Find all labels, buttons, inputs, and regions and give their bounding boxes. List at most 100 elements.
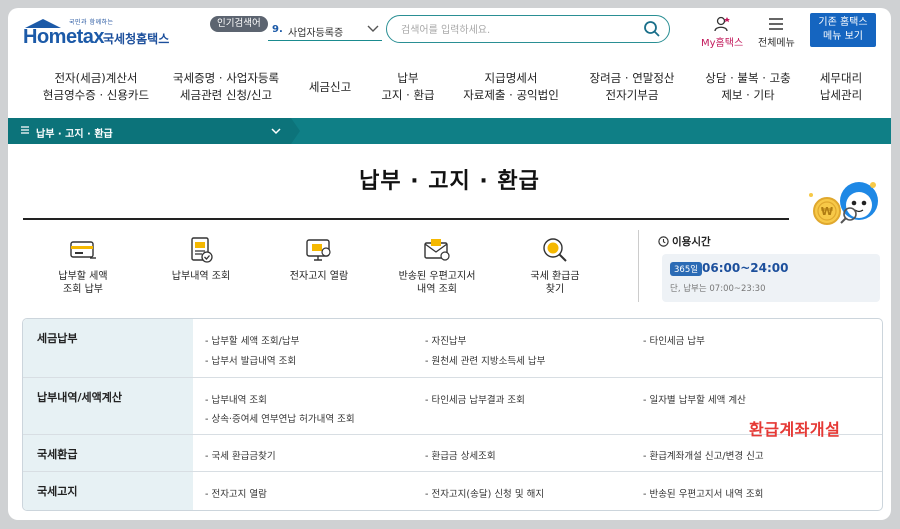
row-head: 국세고지	[23, 472, 193, 510]
search-icon[interactable]	[643, 20, 661, 38]
table-row: 세금납부 - 납부할 세액 조회/납부 - 자진납부 - 타인세금 납부 - 납…	[23, 319, 882, 377]
chevron-down-icon[interactable]	[366, 21, 380, 35]
quick-label-line2: 내역 조회	[417, 284, 457, 295]
row-head-label: 납부내역/세액계산	[37, 391, 122, 404]
gnb-item-line2: 제보 · 기타	[721, 88, 775, 102]
gnb-item-line1: 상담 · 불복 · 고충	[705, 71, 791, 85]
gnb-item-einvoice[interactable]: 전자(세금)계산서 현금영수증 · 신용카드	[36, 70, 156, 104]
quick-label-line1: 국세 환급금	[530, 271, 580, 282]
breadcrumb-bar: 납부 · 고지 · 환급	[8, 118, 891, 144]
quick-label-line1: 전자고지 열람	[289, 271, 349, 282]
menu-lines-icon	[21, 126, 29, 134]
gnb-item-incentive[interactable]: 장려금 · 연말정산 전자기부금	[582, 70, 682, 104]
table-link[interactable]: - 국세 환급금찾기	[205, 448, 276, 462]
row-head: 세금납부	[23, 319, 193, 377]
all-menu-label: 전체메뉴	[758, 38, 795, 49]
classic-menu-line2: 메뉴 보기	[823, 31, 863, 42]
gnb-item-consult[interactable]: 상담 · 불복 · 고충 제보 · 기타	[698, 70, 798, 104]
gnb-item-line1: 납부	[397, 71, 419, 85]
table-link[interactable]: - 납부할 세액 조회/납부	[205, 333, 299, 347]
quick-label-line1: 납부내역 조회	[171, 271, 231, 282]
title-divider	[23, 218, 789, 220]
classic-menu-button[interactable]: 기존 홈택스 메뉴 보기	[810, 13, 876, 47]
table-link[interactable]: - 일자별 납부할 세액 계산	[643, 392, 746, 406]
classic-menu-line1: 기존 홈택스	[818, 17, 868, 28]
logo-name: 국세청홈택스	[103, 32, 170, 46]
table-link[interactable]: - 환급금 상세조회	[425, 448, 496, 462]
card-tax-icon	[70, 241, 96, 259]
user-icon	[714, 16, 731, 32]
hours-365-badge: 365일	[670, 262, 703, 276]
row-head: 납부내역/세액계산	[23, 378, 193, 435]
logo-tagline: 국민과 함께하는	[69, 19, 114, 26]
table-link[interactable]: - 타인세금 납부	[643, 333, 705, 347]
table-row: 국세고지 - 전자고지 열람 - 전자고지(송달) 신청 및 해지 - 반송된 …	[23, 471, 882, 510]
chevron-down-icon	[271, 128, 281, 135]
coin-search-icon	[543, 238, 567, 262]
row-head: 국세환급	[23, 435, 193, 472]
my-hometax-button[interactable]: My홈택스	[701, 16, 743, 49]
gnb-item-certificate[interactable]: 국세증명 · 사업자등록 세금관련 신청/신고	[164, 70, 288, 104]
table-link[interactable]: - 반송된 우편고지서 내역 조회	[643, 486, 763, 500]
table-link[interactable]: - 상속·증여세 연부연납 허가내역 조회	[205, 411, 355, 425]
quick-payment-history[interactable]: 납부내역 조회	[146, 236, 256, 283]
table-link[interactable]: - 원천세 관련 지방소득세 납부	[425, 353, 545, 367]
row-head-label: 세금납부	[37, 332, 78, 345]
gnb-item-line1: 세금신고	[308, 80, 352, 94]
quick-pay-tax[interactable]: 납부할 세액 조회 납부	[28, 236, 138, 296]
global-nav: 전자(세금)계산서 현금영수증 · 신용카드 국세증명 · 사업자등록 세금관련…	[8, 66, 891, 112]
gnb-item-line2: 고지 · 환급	[381, 88, 435, 102]
breadcrumb-arrow	[291, 118, 300, 144]
breadcrumb[interactable]: 납부 · 고지 · 환급	[8, 118, 291, 144]
page-frame: 국민과 함께하는 Hometax 국세청홈택스 인기검색어 9. 사업자등록증 …	[8, 8, 891, 520]
quick-label-line2: 찾기	[545, 284, 565, 295]
clock-icon	[658, 236, 669, 247]
gnb-item-tax-agent[interactable]: 세무대리 납세관리	[808, 70, 874, 104]
table-link[interactable]: - 타인세금 납부결과 조회	[425, 392, 525, 406]
gnb-item-statement[interactable]: 지급명세서 자료제출 · 공익법인	[456, 70, 566, 104]
monitor-bill-icon	[306, 239, 331, 261]
envelope-return-icon	[424, 239, 450, 261]
gnb-item-line1: 세무대리	[819, 71, 863, 85]
receipt-check-icon	[191, 237, 213, 263]
svg-text:₩: ₩	[821, 205, 833, 218]
logo-word: Hometax	[23, 26, 104, 48]
quick-returned-mail[interactable]: 반송된 우편고지서 내역 조회	[382, 236, 492, 296]
gnb-item-payment[interactable]: 납부 고지 · 환급	[370, 70, 446, 104]
hometax-logo[interactable]: 국민과 함께하는 Hometax 국세청홈택스	[23, 16, 173, 52]
gnb-item-line1: 국세증명 · 사업자등록	[172, 71, 280, 85]
gnb-item-line2: 전자기부금	[605, 88, 659, 102]
popular-underline	[268, 40, 382, 41]
quick-e-notice[interactable]: 전자고지 열람	[264, 236, 374, 283]
hours-box: 365일 06:00~24:00 단, 납부는 07:00~23:30	[662, 254, 880, 302]
all-menu-button[interactable]: 전체메뉴	[758, 16, 795, 49]
hours-time: 06:00~24:00	[702, 261, 789, 275]
quick-refund-search[interactable]: 국세 환급금 찾기	[500, 236, 610, 296]
table-link[interactable]: - 자진납부	[425, 333, 466, 347]
hours-note: 단, 납부는 07:00~23:30	[670, 284, 766, 294]
gnb-item-line1: 장려금 · 연말정산	[589, 71, 675, 85]
search-input[interactable]	[399, 21, 643, 39]
page-title: 납부 · 고지 · 환급	[359, 169, 540, 194]
hours-title-text: 이용시간	[672, 236, 711, 248]
row-head-label: 국세고지	[37, 485, 78, 498]
table-link[interactable]: - 환급계좌개설 신고/변경 신고	[643, 448, 764, 462]
my-hometax-label: My홈택스	[701, 38, 744, 49]
table-link[interactable]: - 납부내역 조회	[205, 392, 267, 406]
popular-keyword-text[interactable]: 사업자등록증	[288, 24, 343, 39]
gnb-item-line2: 현금영수증 · 신용카드	[42, 88, 150, 102]
gnb-item-line2: 세금관련 신청/신고	[179, 88, 273, 102]
quick-label-line1: 반송된 우편고지서	[398, 271, 476, 282]
gnb-item-tax-filing[interactable]: 세금신고	[300, 79, 360, 96]
table-link[interactable]: - 전자고지 열람	[205, 486, 267, 500]
popular-keyword-badge: 인기검색어	[210, 16, 268, 32]
refund-account-overlay-label: 환급계좌개설	[749, 420, 841, 439]
header: 국민과 함께하는 Hometax 국세청홈택스 인기검색어 9. 사업자등록증 …	[8, 8, 891, 58]
popular-keyword-rank: 9.	[272, 24, 283, 35]
table-link[interactable]: - 납부서 발급내역 조회	[205, 353, 296, 367]
table-link[interactable]: - 전자고지(송달) 신청 및 해지	[425, 486, 544, 500]
service-table: 세금납부 - 납부할 세액 조회/납부 - 자진납부 - 타인세금 납부 - 납…	[22, 318, 883, 511]
search-box	[386, 15, 670, 43]
gnb-item-line2: 자료제출 · 공익법인	[463, 88, 559, 102]
hamburger-icon	[769, 18, 784, 30]
